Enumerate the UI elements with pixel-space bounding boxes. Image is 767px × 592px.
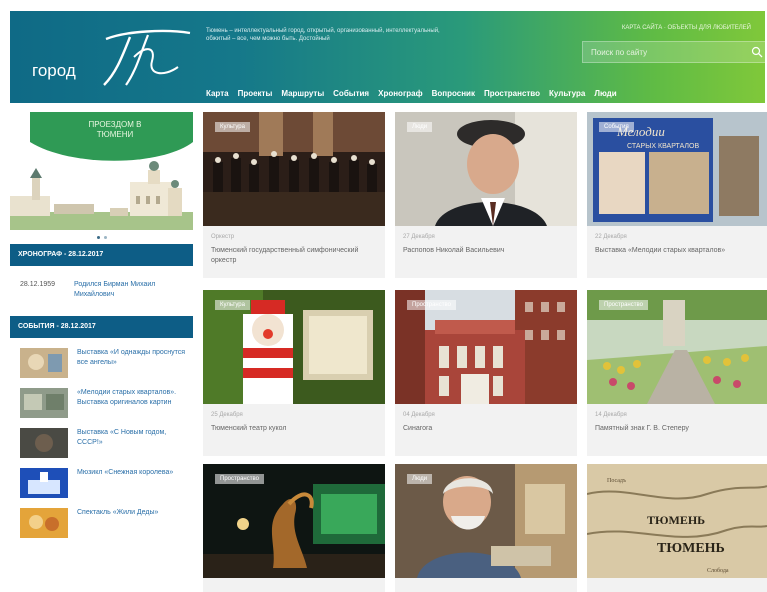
- content-card[interactable]: Пространство 14 Декабря Памятный знак Г.…: [587, 290, 767, 456]
- svg-text:СТАРЫХ КВАРТАЛОВ: СТАРЫХ КВАРТАЛОВ: [627, 143, 699, 150]
- card-title[interactable]: Синагога: [403, 424, 569, 434]
- card-date: 22 Декабря: [595, 234, 627, 240]
- content-card[interactable]: ТЮМЕНЬ ТЮМЕНЬ Посадъ Слобода: [587, 464, 767, 592]
- site-logo[interactable]: город: [28, 27, 198, 89]
- old-map-photo: ТЮМЕНЬ ТЮМЕНЬ Посадъ Слобода: [587, 464, 767, 578]
- event-thumbnail: [20, 388, 68, 418]
- svg-text:Посадъ: Посадъ: [607, 478, 626, 484]
- site-tagline: Тюмень – интеллектуальный город, открыты…: [206, 28, 440, 42]
- card-category-badge[interactable]: Культура: [215, 300, 250, 310]
- left-column: ПРОЕЗДОМ В ТЮМЕНИ ХРОНОГРАФ - 28.12.2017…: [10, 112, 193, 548]
- promo-banner[interactable]: ПРОЕЗДОМ В ТЮМЕНИ: [10, 112, 193, 230]
- card-date: 14 Декабря: [595, 412, 627, 418]
- card-title[interactable]: Памятный знак Г. В. Степеру: [595, 424, 761, 434]
- content-card[interactable]: Культура Оркестр Тюменский государственн…: [203, 112, 385, 278]
- card-title[interactable]: Тюменский государственный симфонический …: [211, 246, 377, 266]
- event-title[interactable]: «Мелодии старых кварталов». Выставка ори…: [77, 388, 187, 418]
- list-item[interactable]: Мюзикл «Снежная королева»: [20, 468, 193, 498]
- page: город Тюмень – интеллектуальный город, о…: [0, 0, 767, 592]
- svg-text:ТЮМЕНЬ: ТЮМЕНЬ: [657, 541, 725, 556]
- card-category-badge[interactable]: Люди: [407, 122, 433, 132]
- carousel-dots: [10, 230, 193, 244]
- card-date: 27 Декабря: [403, 234, 435, 240]
- nav-item-events[interactable]: События: [333, 89, 369, 98]
- event-title[interactable]: Мюзикл «Снежная королева»: [77, 468, 187, 498]
- card-category-badge[interactable]: События: [599, 122, 634, 132]
- event-thumbnail: [20, 468, 68, 498]
- card-date: 25 Декабря: [211, 412, 243, 418]
- card-title[interactable]: Тюменский театр кукол: [211, 424, 377, 434]
- event-thumbnail: [20, 508, 68, 538]
- card-category-badge[interactable]: Пространство: [215, 474, 264, 484]
- card-category-badge[interactable]: Пространство: [407, 300, 456, 310]
- nav-item-space[interactable]: Пространство: [484, 89, 540, 98]
- carousel-dot[interactable]: [96, 235, 100, 239]
- card-category-badge[interactable]: Пространство: [599, 300, 648, 310]
- nav-item-routes[interactable]: Маршруты: [281, 89, 324, 98]
- carousel-dot[interactable]: [103, 235, 107, 239]
- content-card[interactable]: Люди: [395, 464, 577, 592]
- nav-item-projects[interactable]: Проекты: [238, 89, 273, 98]
- logo-word: город: [32, 61, 76, 80]
- event-title[interactable]: Спектакль «Жили Деды»: [77, 508, 187, 538]
- top-links[interactable]: КАРТА САЙТА · ОБЪЕКТЫ ДЛЯ ЛЮБИТЕЛЕЙ: [622, 25, 751, 31]
- search-box[interactable]: [582, 41, 767, 63]
- nav-item-people[interactable]: Люди: [594, 89, 616, 98]
- chronograph-heading[interactable]: ХРОНОГРАФ - 28.12.2017: [10, 244, 193, 266]
- event-title[interactable]: Выставка «И однажды проснутся все ангелы…: [77, 348, 187, 378]
- card-date: Оркестр: [211, 234, 235, 240]
- svg-text:ТЮМЕНЬ: ТЮМЕНЬ: [647, 513, 705, 527]
- logo-monogram-icon: [103, 29, 191, 86]
- chronograph-date: 28.12.1959: [20, 281, 56, 288]
- card-image: ТЮМЕНЬ ТЮМЕНЬ Посадъ Слобода: [587, 464, 767, 578]
- event-thumbnail: [20, 428, 68, 458]
- card-title[interactable]: Распопов Николай Васильевич: [403, 246, 569, 256]
- search-input[interactable]: [583, 42, 743, 63]
- main-nav: Карта Проекты Маршруты События Хронограф…: [206, 89, 617, 98]
- chronograph-link[interactable]: Родился Бирман Михаил Михайлович: [74, 280, 182, 300]
- card-category-badge[interactable]: Культура: [215, 122, 250, 132]
- content-card[interactable]: Мелодии СТАРЫХ КВАРТАЛОВ События 22 Дека…: [587, 112, 767, 278]
- event-thumbnail: [20, 348, 68, 378]
- card-category-badge[interactable]: Люди: [407, 474, 433, 484]
- banner-title: ПРОЕЗДОМ В ТЮМЕНИ: [88, 120, 142, 139]
- card-title[interactable]: Выставка «Мелодии старых кварталов»: [595, 246, 761, 256]
- events-list: Выставка «И однажды проснутся все ангелы…: [10, 338, 193, 538]
- svg-text:Слобода: Слобода: [707, 567, 729, 574]
- list-item[interactable]: Выставка «И однажды проснутся все ангелы…: [20, 348, 193, 378]
- nav-item-chronograph[interactable]: Хронограф: [378, 89, 423, 98]
- list-item[interactable]: Спектакль «Жили Деды»: [20, 508, 193, 538]
- nav-item-culture[interactable]: Культура: [549, 89, 585, 98]
- list-item[interactable]: «Мелодии старых кварталов». Выставка ори…: [20, 388, 193, 418]
- nav-item-questionnaire[interactable]: Вопросник: [432, 89, 475, 98]
- event-title[interactable]: Выставка «С Новым годом, СССР!»: [77, 428, 187, 458]
- chronograph-entry: 28.12.1959 Родился Бирман Михаил Михайло…: [10, 266, 193, 316]
- site-header: город Тюмень – интеллектуальный город, о…: [10, 11, 767, 103]
- events-heading[interactable]: СОБЫТИЯ - 28.12.2017: [10, 316, 193, 338]
- content-card[interactable]: Культура 25 Декабря Тюменский театр куко…: [203, 290, 385, 456]
- card-date: 04 Декабря: [403, 412, 435, 418]
- nav-item-map[interactable]: Карта: [206, 89, 229, 98]
- content-card[interactable]: Пространство 04 Декабря Синагога: [395, 290, 577, 456]
- search-icon[interactable]: [751, 46, 763, 58]
- list-item[interactable]: Выставка «С Новым годом, СССР!»: [20, 428, 193, 458]
- content-card[interactable]: Люди 27 Декабря Распопов Николай Василье…: [395, 112, 577, 278]
- content-card[interactable]: Пространство: [203, 464, 385, 592]
